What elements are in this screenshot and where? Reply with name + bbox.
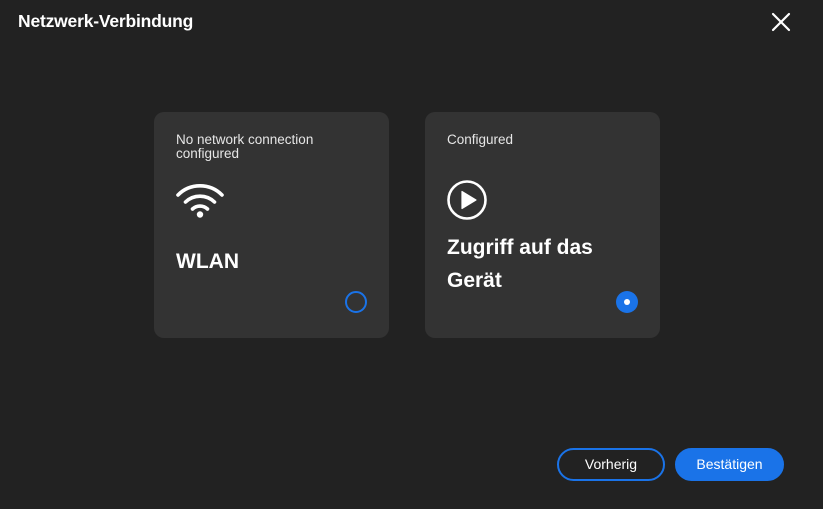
option-title: WLAN — [176, 250, 239, 273]
option-status: Configured — [447, 132, 514, 147]
dialog-title: Netzwerk-Verbindung — [18, 11, 194, 31]
play-circle-icon — [446, 179, 488, 221]
option-title: Zugriff auf das Gerät — [447, 236, 593, 292]
close-icon — [771, 12, 791, 32]
close-button[interactable] — [768, 9, 794, 35]
previous-button[interactable]: Vorherig — [557, 448, 665, 481]
confirm-button[interactable]: Bestätigen — [675, 448, 784, 481]
option-radio-wlan[interactable] — [345, 291, 367, 313]
option-status: No network connection configured — [176, 132, 314, 161]
option-card-wlan[interactable]: No network connection configured WLAN — [154, 112, 389, 338]
option-radio-device-access[interactable] — [616, 291, 638, 313]
option-card-device-access[interactable]: Configured Zugriff auf das Gerät — [425, 112, 660, 338]
wifi-icon — [175, 179, 225, 219]
